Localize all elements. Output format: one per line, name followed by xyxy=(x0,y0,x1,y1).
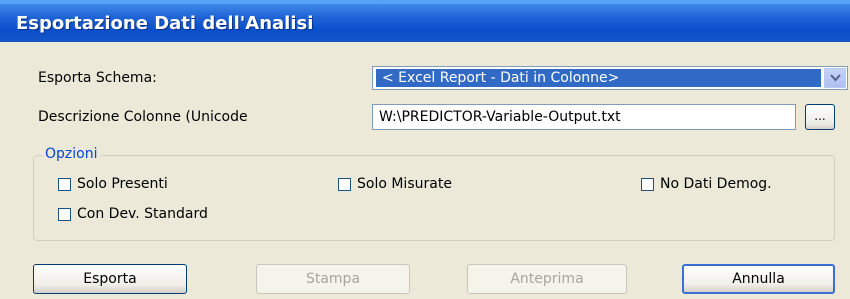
checkbox-label: Con Dev. Standard xyxy=(77,206,208,222)
browse-button[interactable]: ... xyxy=(805,104,835,130)
cancel-button[interactable]: Annulla xyxy=(682,264,835,294)
print-button[interactable]: Stampa xyxy=(256,264,410,294)
checkbox-label: Solo Misurate xyxy=(357,176,452,192)
solo-misurate-checkbox[interactable]: Solo Misurate xyxy=(338,176,452,192)
dialog-title: Esportazione Dati dell'Analisi xyxy=(16,13,314,34)
checkbox-box[interactable] xyxy=(58,207,71,221)
options-legend: Opzioni xyxy=(42,146,101,162)
chevron-down-icon xyxy=(829,74,841,82)
con-dev-standard-checkbox[interactable]: Con Dev. Standard xyxy=(58,206,208,222)
schema-selected-value: < Excel Report - Dati in Colonne> xyxy=(376,69,821,87)
checkbox-label: Solo Presenti xyxy=(77,176,168,192)
output-file-field[interactable]: W:\PREDICTOR-Variable-Output.txt xyxy=(372,104,796,130)
schema-label: Esporta Schema: xyxy=(38,70,157,86)
options-group: Opzioni xyxy=(33,146,835,241)
title-bar[interactable]: Esportazione Dati dell'Analisi xyxy=(0,0,850,42)
column-description-label: Descrizione Colonne (Unicode xyxy=(38,109,248,125)
checkbox-box[interactable] xyxy=(338,177,351,191)
preview-button[interactable]: Anteprima xyxy=(467,264,627,294)
export-dialog: Esportazione Dati dell'Analisi Esporta S… xyxy=(0,0,850,299)
schema-select[interactable]: < Excel Report - Dati in Colonne> xyxy=(372,66,848,90)
export-button[interactable]: Esporta xyxy=(33,264,187,294)
checkbox-label: No Dati Demog. xyxy=(660,176,772,192)
no-dati-demog-checkbox[interactable]: No Dati Demog. xyxy=(641,176,772,192)
checkbox-box[interactable] xyxy=(641,177,654,191)
checkbox-box[interactable] xyxy=(58,177,71,191)
schema-dropdown-button[interactable] xyxy=(824,68,846,88)
solo-presenti-checkbox[interactable]: Solo Presenti xyxy=(58,176,168,192)
